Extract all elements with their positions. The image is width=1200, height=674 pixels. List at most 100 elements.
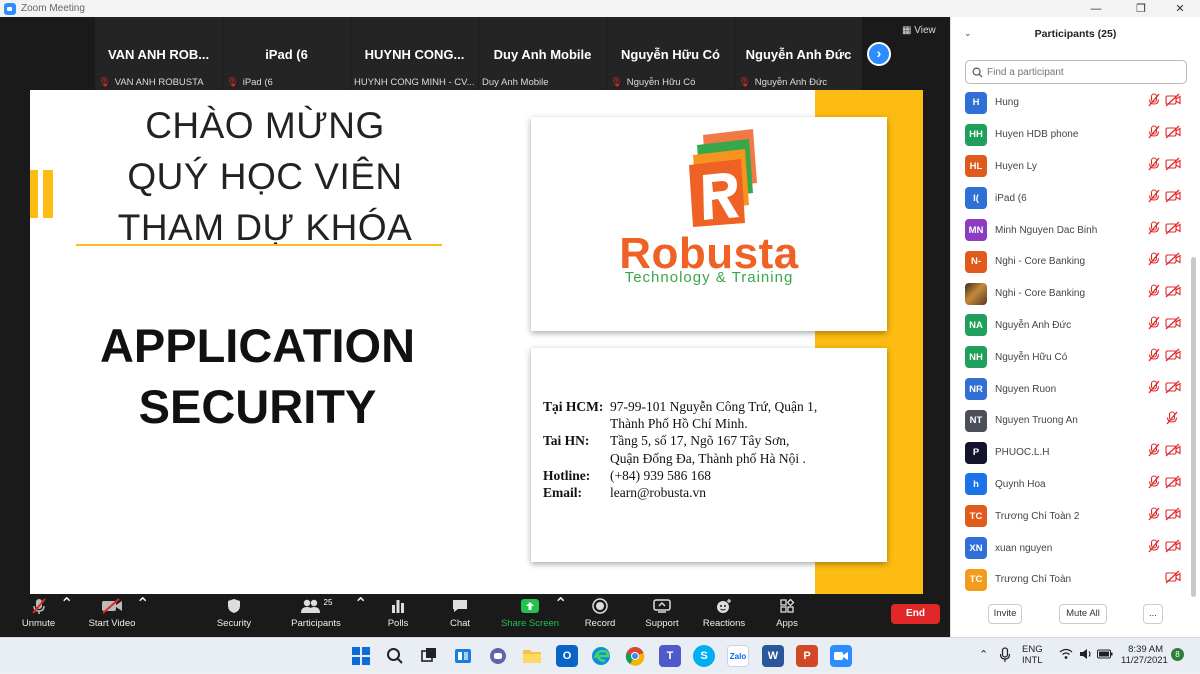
- end-meeting-button[interactable]: End: [891, 604, 940, 624]
- participant-avatar: I(: [965, 187, 987, 210]
- start-menu-icon[interactable]: [350, 645, 372, 667]
- video-off-icon: [1165, 539, 1181, 558]
- chat-label: Chat: [449, 618, 471, 629]
- participant-row[interactable]: NA Nguyễn Anh Đức: [951, 310, 1191, 342]
- participants-button[interactable]: 25 Participants: [288, 594, 344, 637]
- video-tile[interactable]: HUYNH CONG... HUYNH CONG MINH - CV...: [351, 17, 478, 90]
- system-tray: ⌃ ENG INTL 8:39 AM 11/27/2021 8: [975, 638, 1200, 674]
- apps-label: Apps: [776, 618, 798, 629]
- video-tile[interactable]: Duy Anh Mobile Duy Anh Mobile: [479, 17, 606, 90]
- participant-row[interactable]: Nghi - Core Banking: [951, 278, 1191, 310]
- word-icon[interactable]: W: [762, 645, 784, 667]
- participant-search-box[interactable]: [965, 60, 1187, 84]
- muted-mic-icon: [1147, 221, 1161, 240]
- participant-row[interactable]: HH Huyen HDB phone: [951, 119, 1191, 151]
- record-button[interactable]: Record: [582, 594, 618, 637]
- participant-row[interactable]: TC Trương Chí Toàn 2: [951, 500, 1191, 532]
- video-tile[interactable]: Nguyễn Anh Đức 🎙︎ Nguyễn Anh Đức: [735, 17, 862, 90]
- battery-icon[interactable]: [1097, 649, 1113, 662]
- task-view-icon[interactable]: [418, 645, 440, 667]
- clock-time: 8:39 AM: [1128, 644, 1163, 655]
- edge-browser-icon[interactable]: [590, 645, 612, 667]
- minimize-button[interactable]: —: [1076, 0, 1116, 17]
- video-tile[interactable]: Nguyễn Hữu Có 🎙︎ Nguyễn Hữu Có: [607, 17, 734, 90]
- participant-list-scrollbar[interactable]: [1191, 87, 1197, 597]
- participants-options-caret-icon[interactable]: ⌃: [354, 594, 367, 637]
- file-explorer-icon[interactable]: [521, 645, 543, 667]
- mute-all-button[interactable]: Mute All: [1059, 604, 1107, 624]
- tile-name: VAN ANH ROB...: [107, 47, 210, 62]
- powerpoint-icon[interactable]: P: [796, 645, 818, 667]
- zoom-taskbar-icon[interactable]: [830, 645, 852, 667]
- video-tile[interactable]: iPad (6 🎙︎ iPad (6: [223, 17, 350, 90]
- zalo-icon[interactable]: Zalo: [727, 645, 749, 667]
- notification-badge[interactable]: 8: [1171, 648, 1184, 661]
- clock[interactable]: 8:39 AM 11/27/2021: [1121, 644, 1168, 666]
- share-screen-button[interactable]: Share Screen: [500, 594, 560, 637]
- participant-avatar: MN: [965, 219, 987, 242]
- participant-row[interactable]: h Quynh Hoa: [951, 469, 1191, 501]
- participant-row[interactable]: I(iPad (6: [951, 182, 1191, 214]
- security-button[interactable]: Security: [212, 594, 256, 637]
- muted-mic-icon: [1147, 316, 1161, 335]
- close-button[interactable]: ✕: [1160, 0, 1200, 17]
- widgets-icon[interactable]: [452, 645, 474, 667]
- chat-button[interactable]: Chat: [444, 594, 476, 637]
- reactions-button[interactable]: Reactions: [702, 594, 746, 637]
- participant-row[interactable]: N- Nghi - Core Banking: [951, 246, 1191, 278]
- course-title-line: SECURITY: [138, 380, 377, 433]
- view-button[interactable]: ▦ View: [902, 25, 936, 36]
- apps-button[interactable]: Apps: [772, 594, 802, 637]
- participant-avatar: N-: [965, 250, 987, 273]
- wifi-icon[interactable]: [1059, 648, 1073, 663]
- participant-row[interactable]: P PHUOC.L.H: [951, 437, 1191, 469]
- muted-mic-icon: [1147, 443, 1161, 462]
- search-icon[interactable]: [384, 645, 406, 667]
- polls-button[interactable]: Polls: [380, 594, 416, 637]
- outlook-icon[interactable]: O: [556, 645, 578, 667]
- tile-label-text: Duy Anh Mobile: [482, 77, 549, 88]
- participant-row[interactable]: HL Huyen Ly: [951, 151, 1191, 183]
- participant-avatar: P: [965, 441, 987, 464]
- next-page-arrow-icon[interactable]: ›: [867, 42, 891, 66]
- microphone-icon[interactable]: [999, 647, 1011, 666]
- tile-label-text: Nguyễn Hữu Có: [626, 77, 696, 88]
- participant-row[interactable]: TC Trương Chí Toàn: [951, 564, 1191, 596]
- teams-chat-icon[interactable]: [487, 645, 509, 667]
- grid-icon: ▦: [902, 25, 912, 36]
- volume-icon[interactable]: [1079, 648, 1093, 663]
- participant-row[interactable]: NT Nguyen Truong An: [951, 405, 1191, 437]
- tile-label: 🎙︎ VAN ANH ROBUSTA: [98, 77, 204, 88]
- more-options-button[interactable]: ...: [1143, 604, 1163, 624]
- audio-options-caret-icon[interactable]: ⌃: [60, 594, 73, 637]
- muted-mic-icon: 🎙︎: [226, 77, 239, 88]
- participant-row[interactable]: H Hung: [951, 87, 1191, 119]
- participant-row[interactable]: XN xuan nguyen: [951, 532, 1191, 564]
- video-tile-strip: VAN ANH ROB... 🎙︎ VAN ANH ROBUSTA iPad (6…: [95, 17, 863, 90]
- participant-row[interactable]: NH Nguyễn Hữu Có: [951, 341, 1191, 373]
- video-tile[interactable]: VAN ANH ROB... 🎙︎ VAN ANH ROBUSTA: [95, 17, 222, 90]
- support-button[interactable]: Support: [642, 594, 682, 637]
- participant-name: Quynh Hoa: [995, 478, 1046, 490]
- participant-row[interactable]: NR Nguyen Ruon: [951, 373, 1191, 405]
- chrome-browser-icon[interactable]: [624, 645, 646, 667]
- participant-row[interactable]: MN Minh Nguyen Dac Binh: [951, 214, 1191, 246]
- video-options-caret-icon[interactable]: ⌃: [136, 594, 149, 637]
- teams-icon[interactable]: T: [659, 645, 681, 667]
- language-code: ENG: [1022, 644, 1043, 655]
- input-language-indicator[interactable]: ENG INTL: [1022, 644, 1043, 666]
- unmute-button[interactable]: Unmute: [16, 594, 61, 637]
- skype-icon[interactable]: S: [693, 645, 715, 667]
- start-video-button[interactable]: Start Video: [84, 594, 140, 637]
- show-hidden-icons-chevron-icon[interactable]: ⌃: [979, 648, 988, 661]
- apps-icon: [780, 598, 795, 613]
- scrollbar-thumb[interactable]: [1191, 257, 1196, 597]
- participant-search-input[interactable]: [987, 66, 1177, 78]
- participant-list: H Hung HH Huyen HDB phone HL Huyen Ly I(iPad (…: [951, 87, 1191, 596]
- participant-name: Trương Chí Toàn 2: [995, 510, 1080, 522]
- share-options-caret-icon[interactable]: ⌃: [554, 594, 567, 637]
- maximize-button[interactable]: ❐: [1121, 0, 1161, 17]
- invite-button[interactable]: Invite: [988, 604, 1022, 624]
- muted-mic-icon: 🎙︎: [738, 77, 751, 88]
- tile-label-text: Nguyễn Anh Đức: [754, 77, 828, 88]
